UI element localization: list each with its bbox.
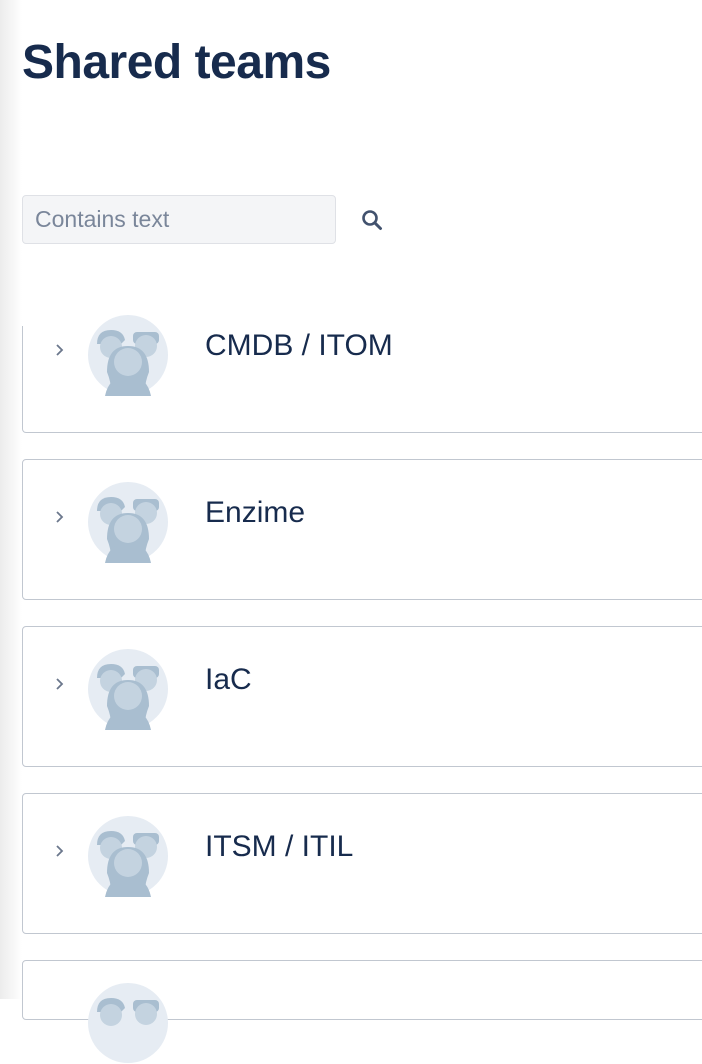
expand-toggle[interactable] [53,677,67,691]
team-card[interactable] [22,960,702,1063]
left-edge-shadow [0,0,22,999]
team-name[interactable]: Enzime [205,495,305,531]
chevron-right-icon [56,511,64,523]
team-card[interactable]: IaC [22,626,702,767]
chevron-right-icon [56,344,64,356]
expand-toggle[interactable] [53,343,67,357]
team-name[interactable]: IaC [205,662,252,698]
chevron-right-icon [56,678,64,690]
team-list: CMDB / ITOM Enzime IaC ITSM / ITIL [22,0,702,1063]
team-avatar-icon [88,816,168,897]
expand-toggle[interactable] [53,844,67,858]
team-card[interactable]: ITSM / ITIL [22,793,702,934]
team-name[interactable]: ITSM / ITIL [205,829,353,865]
team-card[interactable]: CMDB / ITOM [22,315,702,433]
team-avatar-icon [88,482,168,563]
team-avatar-icon [88,983,168,1063]
team-name[interactable]: CMDB / ITOM [205,328,393,364]
team-avatar-icon [88,315,168,396]
expand-toggle[interactable] [53,510,67,524]
chevron-right-icon [56,845,64,857]
team-card[interactable]: Enzime [22,459,702,600]
team-avatar-icon [88,649,168,730]
